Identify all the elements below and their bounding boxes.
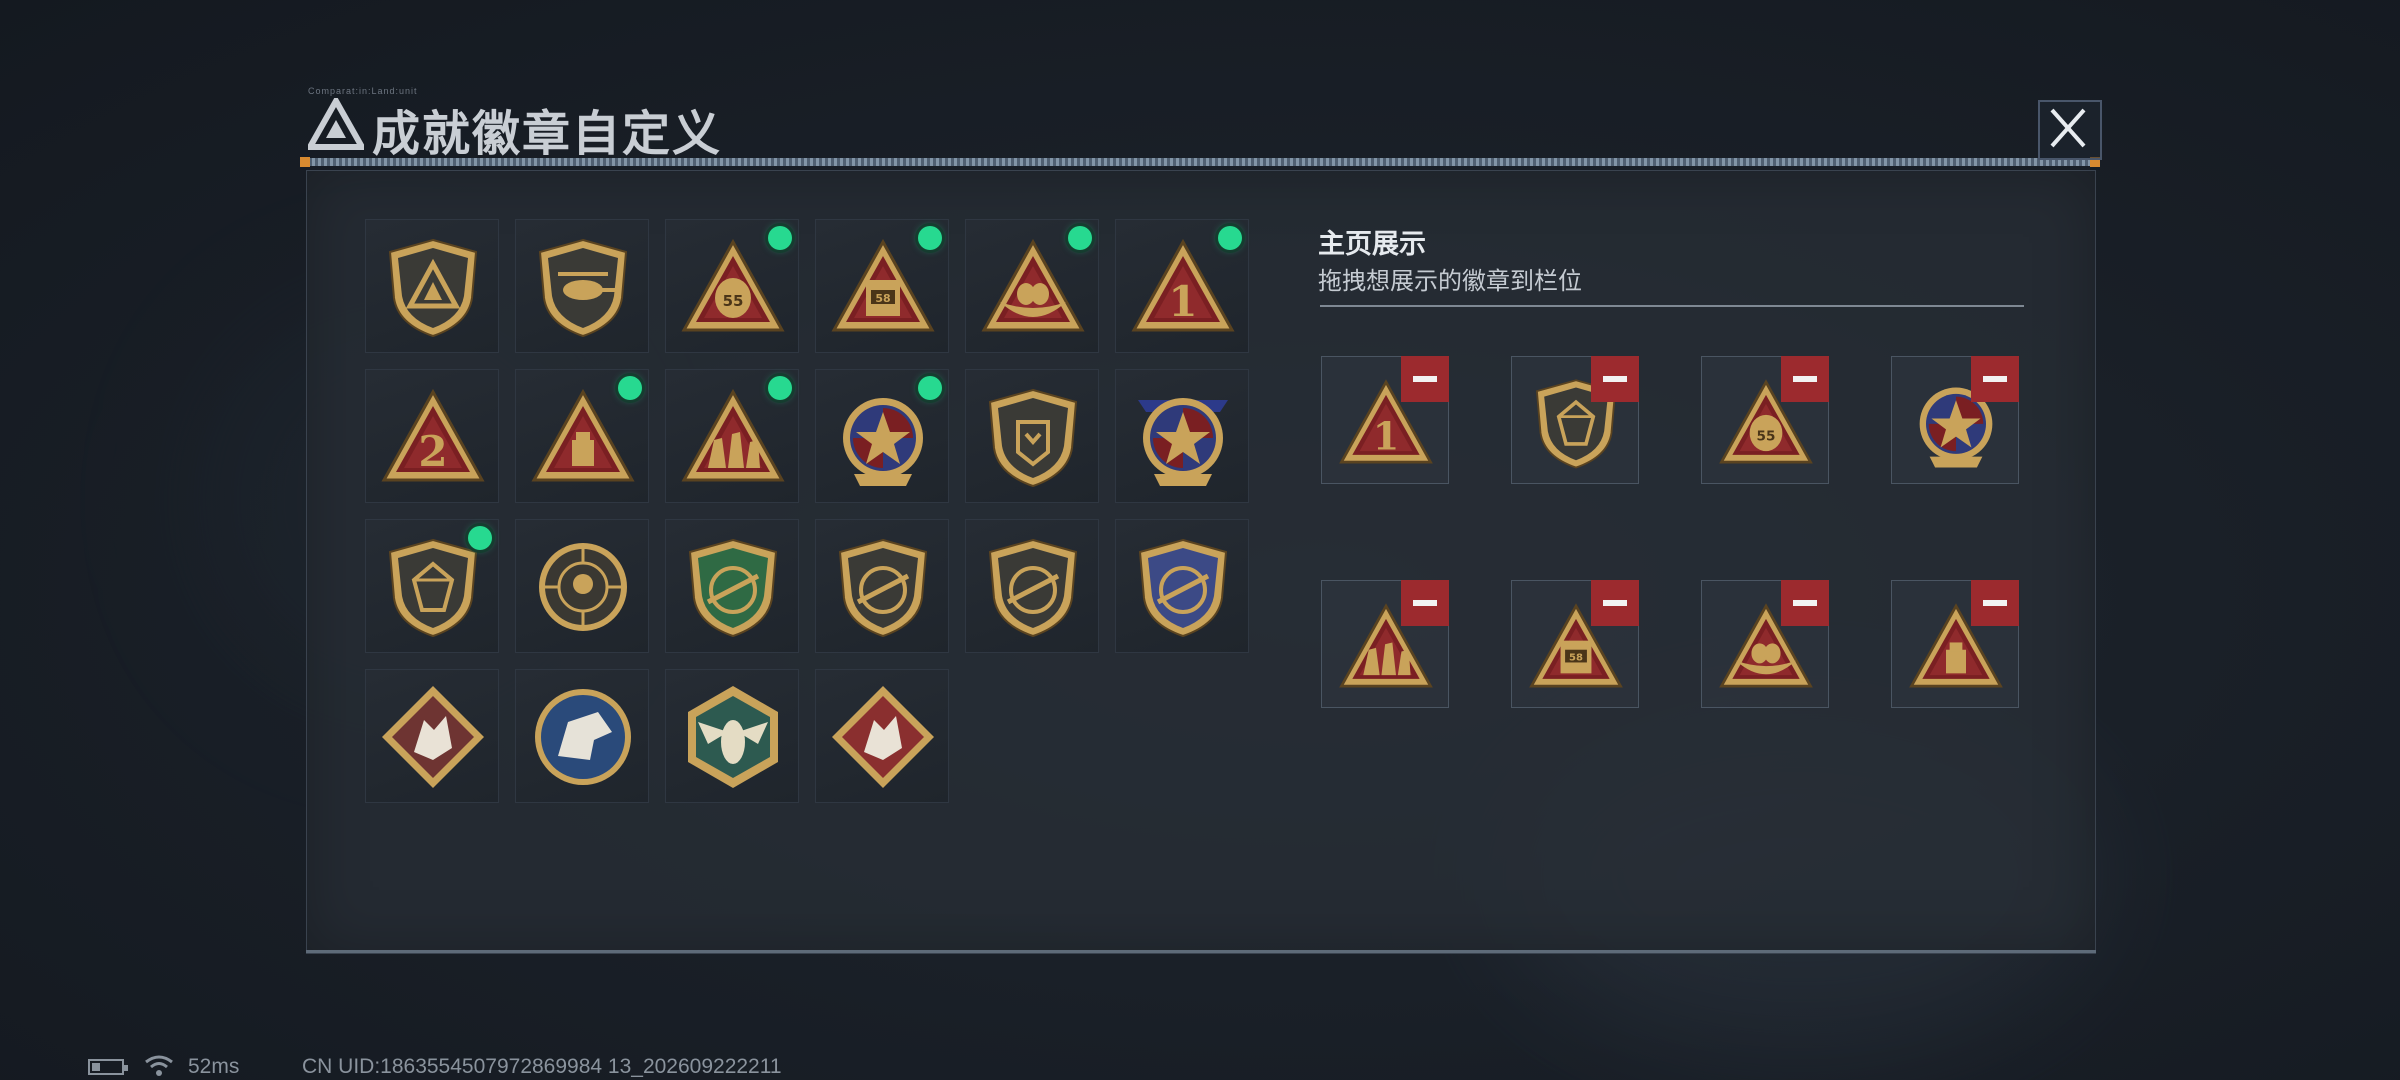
badge-cell[interactable] — [515, 669, 649, 803]
display-slot[interactable] — [1511, 356, 1639, 484]
display-slot[interactable]: 55 — [1701, 356, 1829, 484]
badge-cell[interactable]: 1 — [1115, 219, 1249, 353]
rifle-green-shield-badge-icon — [688, 538, 778, 638]
crosshair-skull-badge-icon — [539, 543, 627, 631]
badge-cell[interactable] — [665, 369, 799, 503]
badge-cell[interactable] — [815, 369, 949, 503]
new-badge-indicator — [618, 376, 642, 400]
new-badge-indicator — [918, 226, 942, 250]
dragon-diamond-badge-icon — [832, 686, 934, 788]
smg-shield-badge-icon — [838, 538, 928, 638]
remove-badge-button[interactable] — [1971, 580, 2019, 626]
shield-triangle-badge-icon — [388, 238, 478, 338]
star-medallion-badge-icon — [843, 398, 923, 486]
display-slot[interactable] — [1701, 580, 1829, 708]
close-x-icon — [2050, 108, 2086, 148]
new-badge-indicator — [768, 376, 792, 400]
panel-bottom-edge — [306, 950, 2096, 953]
remove-badge-button[interactable] — [1591, 356, 1639, 402]
remove-badge-button[interactable] — [1781, 356, 1829, 402]
number-2-triangle-badge-icon: 2 — [381, 388, 485, 482]
badge-cell[interactable] — [815, 669, 949, 803]
sniper-shield-badge-icon — [988, 538, 1078, 638]
uid-readout: CN UID:1863554507972869984 13_2026092222… — [302, 1055, 782, 1078]
svg-text:1: 1 — [1373, 414, 1400, 459]
remove-badge-button[interactable] — [1401, 580, 1449, 626]
new-badge-indicator — [918, 376, 942, 400]
display-slot[interactable] — [1891, 580, 2019, 708]
display-title: 主页展示 — [1318, 229, 1426, 259]
display-slot[interactable] — [1321, 580, 1449, 708]
number-1-triangle-badge-icon: 1 — [1131, 238, 1235, 332]
wifi-icon — [145, 1055, 173, 1076]
badge-cell[interactable] — [365, 219, 499, 353]
ribbon-emblem-badge-icon — [1138, 398, 1228, 486]
remove-badge-button[interactable] — [1781, 580, 1829, 626]
badge-cell[interactable] — [515, 369, 649, 503]
badge-cell[interactable] — [515, 219, 649, 353]
display-subtitle: 拖拽想展示的徽章到栏位 — [1318, 268, 1582, 295]
close-button[interactable] — [2038, 100, 2102, 160]
wolf-diamond-badge-icon — [382, 686, 484, 788]
svg-text:55: 55 — [723, 292, 744, 310]
badge-cell[interactable]: 2 — [365, 369, 499, 503]
badge-cell[interactable] — [1115, 519, 1249, 653]
new-badge-indicator — [468, 526, 492, 550]
badge-cell[interactable] — [365, 669, 499, 803]
new-badge-indicator — [768, 226, 792, 250]
helicopter-shield-badge-icon — [538, 238, 628, 338]
badge-cell[interactable] — [665, 669, 799, 803]
svg-text:58: 58 — [1569, 653, 1583, 664]
badge-cell[interactable] — [1115, 369, 1249, 503]
remove-badge-button[interactable] — [1401, 356, 1449, 402]
display-slot[interactable] — [1891, 356, 2019, 484]
drive-triangle-badge-icon — [531, 388, 635, 482]
svg-text:55: 55 — [1757, 428, 1776, 444]
badge-cell[interactable]: 58 — [815, 219, 949, 353]
eagle-circle-badge-icon — [535, 689, 631, 785]
svg-text:1: 1 — [1168, 277, 1197, 326]
svg-text:58: 58 — [875, 292, 890, 305]
soldiers-triangle-badge-icon — [681, 388, 785, 482]
title-divider — [300, 158, 2100, 166]
money-bag-55-triangle-badge-icon: 55 — [681, 238, 785, 332]
gem-shield-badge-icon — [388, 538, 478, 638]
badge-cell[interactable]: 55 — [665, 219, 799, 353]
crossed-rifles-blue-shield-badge-icon — [1138, 538, 1228, 638]
svg-text:2: 2 — [418, 427, 447, 476]
hornet-hexagon-badge-icon — [688, 686, 778, 788]
new-badge-indicator — [1068, 226, 1092, 250]
title-divider-cap-left — [300, 157, 310, 167]
badge-cell[interactable] — [965, 519, 1099, 653]
badge-cell[interactable] — [965, 219, 1099, 353]
battery-low-icon — [88, 1059, 128, 1075]
display-divider — [1320, 305, 2024, 307]
display-slot[interactable]: 58 — [1511, 580, 1639, 708]
display-slot[interactable]: 1 — [1321, 356, 1449, 484]
badge-cell[interactable] — [815, 519, 949, 653]
emblem-shield-badge-icon — [988, 388, 1078, 488]
badge-cell[interactable] — [965, 369, 1099, 503]
new-badge-indicator — [1218, 226, 1242, 250]
triangle-a-logo-icon — [308, 98, 364, 150]
remove-badge-button[interactable] — [1971, 356, 2019, 402]
page-title: 成就徽章自定义 — [372, 106, 723, 162]
title-bar: Comparat:in:Land:unit 成就徽章自定义 — [300, 86, 2100, 168]
remove-badge-button[interactable] — [1591, 580, 1639, 626]
machine-58-triangle-badge-icon: 58 — [831, 238, 935, 332]
badge-cell[interactable] — [365, 519, 499, 653]
egg-nest-triangle-badge-icon — [981, 238, 1085, 332]
badge-cell[interactable] — [515, 519, 649, 653]
badge-cell[interactable] — [665, 519, 799, 653]
ping-readout: 52ms — [188, 1055, 240, 1078]
